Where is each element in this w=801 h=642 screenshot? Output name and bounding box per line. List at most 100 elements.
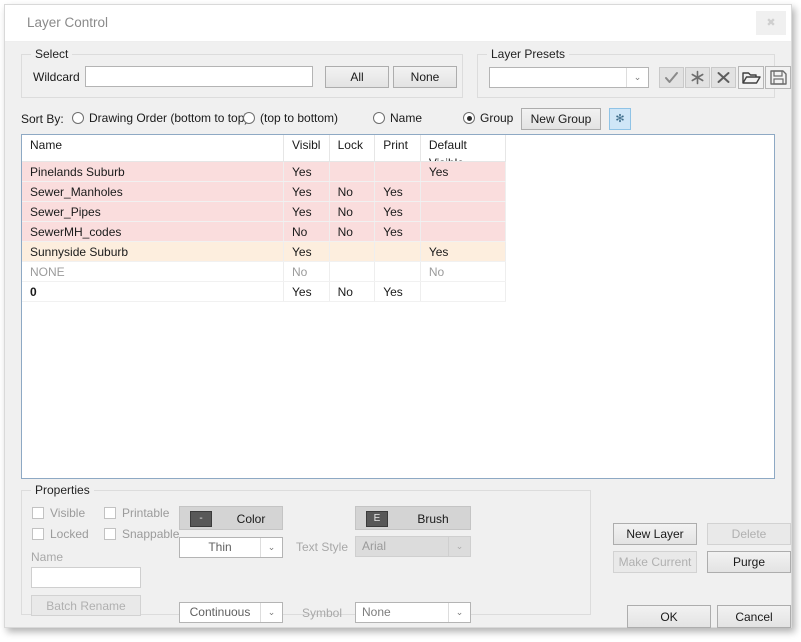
- wildcard-label: Wildcard: [33, 70, 80, 84]
- select-none-button[interactable]: None: [393, 66, 457, 88]
- text-style-value: Arial: [362, 539, 387, 553]
- cell-print: Yes: [374, 221, 421, 242]
- radio-indicator: [373, 112, 385, 124]
- layer-control-dialog: Layer Control ✖ Select Wildcard All None…: [4, 4, 792, 628]
- table-row[interactable]: Sewer_Pipes Yes No Yes: [22, 201, 507, 222]
- text-style-label: Text Style: [296, 540, 349, 554]
- cell-lock: [329, 261, 376, 282]
- cancel-button[interactable]: Cancel: [717, 605, 791, 628]
- new-layer-button[interactable]: New Layer: [613, 523, 697, 545]
- asterisk-icon: [691, 70, 704, 85]
- close-icon[interactable]: ✖: [756, 11, 786, 35]
- table-row[interactable]: NONE No No: [22, 261, 507, 282]
- asterisk-x-icon[interactable]: ✻: [609, 108, 631, 130]
- visible-checkbox[interactable]: Visible: [32, 506, 85, 520]
- save-preset-button[interactable]: [765, 66, 791, 89]
- cell-lock: No: [329, 281, 376, 302]
- brush-button-label: Brush: [417, 512, 449, 526]
- brush-swatch: E: [366, 511, 388, 527]
- table-row[interactable]: SewerMH_codes No No Yes: [22, 221, 507, 242]
- column-header-print[interactable]: Print: [374, 135, 421, 162]
- apply-preset-button[interactable]: [659, 67, 684, 88]
- column-header-name[interactable]: Name: [22, 135, 285, 162]
- make-current-button[interactable]: Make Current: [613, 551, 697, 573]
- layer-name-input[interactable]: [31, 567, 141, 588]
- table-row[interactable]: 0 Yes No Yes: [22, 281, 507, 302]
- sort-option-label: Group: [480, 111, 514, 125]
- table-row[interactable]: Sewer_Manholes Yes No Yes: [22, 181, 507, 202]
- new-group-button[interactable]: New Group: [521, 108, 601, 130]
- cell-visible: No: [283, 261, 330, 282]
- cell-print: [374, 241, 421, 262]
- symbol-label: Symbol: [302, 606, 343, 620]
- chevron-down-icon: ⌄: [448, 537, 470, 556]
- folder-open-icon: [742, 72, 761, 84]
- layer-presets-legend: Layer Presets: [487, 47, 570, 61]
- layer-table-body: Pinelands Suburb Yes Yes Sewer_Manholes Yes N…: [22, 161, 507, 302]
- chevron-down-icon: ⌄: [448, 603, 470, 622]
- locked-checkbox[interactable]: Locked: [32, 527, 89, 541]
- cell-name: Sunnyside Suburb: [22, 241, 285, 262]
- cell-visible: Yes: [283, 201, 330, 222]
- table-row[interactable]: Pinelands Suburb Yes Yes: [22, 161, 507, 182]
- sort-option-name[interactable]: Name: [373, 111, 422, 125]
- cell-print: Yes: [374, 281, 421, 302]
- column-header-default[interactable]: Default Visible: [420, 135, 507, 162]
- cell-default: [420, 281, 507, 302]
- sort-option-group[interactable]: Group: [463, 111, 513, 125]
- checkbox-indicator: [32, 528, 44, 540]
- cell-lock: No: [329, 221, 376, 242]
- layer-table-container[interactable]: Name Visibl Lock Print Default Pinelands…: [21, 134, 775, 479]
- symbol-combo[interactable]: None ⌄: [355, 602, 471, 623]
- table-row[interactable]: Sunnyside Suburb Yes Yes: [22, 241, 507, 262]
- cell-lock: [329, 161, 376, 182]
- printable-checkbox[interactable]: Printable: [104, 506, 169, 520]
- cell-lock: [329, 241, 376, 262]
- brush-button[interactable]: E Brush: [355, 506, 471, 530]
- sort-option-label: Name: [390, 111, 423, 125]
- lineweight-value: Thin: [208, 540, 232, 554]
- radio-indicator: [243, 112, 255, 124]
- layer-table: Name Visibl Lock Print Default Pinelands…: [22, 135, 507, 302]
- column-header-label: Lock: [337, 138, 363, 152]
- chevron-down-icon: ⌄: [260, 603, 282, 622]
- column-header-visible[interactable]: Visibl: [283, 135, 330, 162]
- color-button[interactable]: - Color: [179, 506, 283, 530]
- layer-presets-combo[interactable]: ⌄: [489, 67, 649, 88]
- sort-option-drawing-order-top-bottom[interactable]: (top to bottom): [243, 111, 338, 125]
- cell-name: Pinelands Suburb: [22, 161, 285, 182]
- cell-lock: No: [329, 201, 376, 222]
- radio-indicator: [72, 112, 84, 124]
- cell-visible: Yes: [283, 161, 330, 182]
- new-preset-button[interactable]: [685, 67, 710, 88]
- cell-visible: Yes: [283, 181, 330, 202]
- lineweight-combo[interactable]: Thin ⌄: [179, 537, 283, 558]
- snappable-checkbox[interactable]: Snappable: [104, 527, 179, 541]
- color-swatch: -: [190, 511, 212, 527]
- layer-table-head: Name Visibl Lock Print Default: [22, 135, 507, 162]
- purge-button[interactable]: Purge: [707, 551, 791, 573]
- title-bar: Layer Control ✖: [5, 5, 791, 42]
- dialog-body: Select Wildcard All None Layer Presets ⌄: [5, 42, 791, 628]
- radio-indicator: [463, 112, 475, 124]
- cell-lock: No: [329, 181, 376, 202]
- select-all-button[interactable]: All: [325, 66, 389, 88]
- sort-option-drawing-order-bottom-top[interactable]: Drawing Order (bottom to top): [72, 111, 248, 125]
- open-preset-button[interactable]: [738, 66, 764, 89]
- cell-visible: Yes: [283, 241, 330, 262]
- ok-button[interactable]: OK: [627, 605, 711, 628]
- wildcard-input[interactable]: [85, 66, 313, 87]
- checkbox-indicator: [32, 507, 44, 519]
- window-title: Layer Control: [27, 15, 109, 30]
- delete-preset-button[interactable]: [711, 67, 736, 88]
- batch-rename-button[interactable]: Batch Rename: [31, 595, 141, 616]
- checkbox-indicator: [104, 528, 116, 540]
- delete-button[interactable]: Delete: [707, 523, 791, 545]
- properties-legend: Properties: [31, 483, 94, 497]
- text-style-combo[interactable]: Arial ⌄: [355, 536, 471, 557]
- check-icon: [665, 72, 678, 83]
- column-header-lock[interactable]: Lock: [329, 135, 376, 162]
- linetype-combo[interactable]: Continuous ⌄: [179, 602, 283, 623]
- sort-option-label: (top to bottom): [260, 111, 339, 125]
- column-header-label: Default: [428, 138, 467, 152]
